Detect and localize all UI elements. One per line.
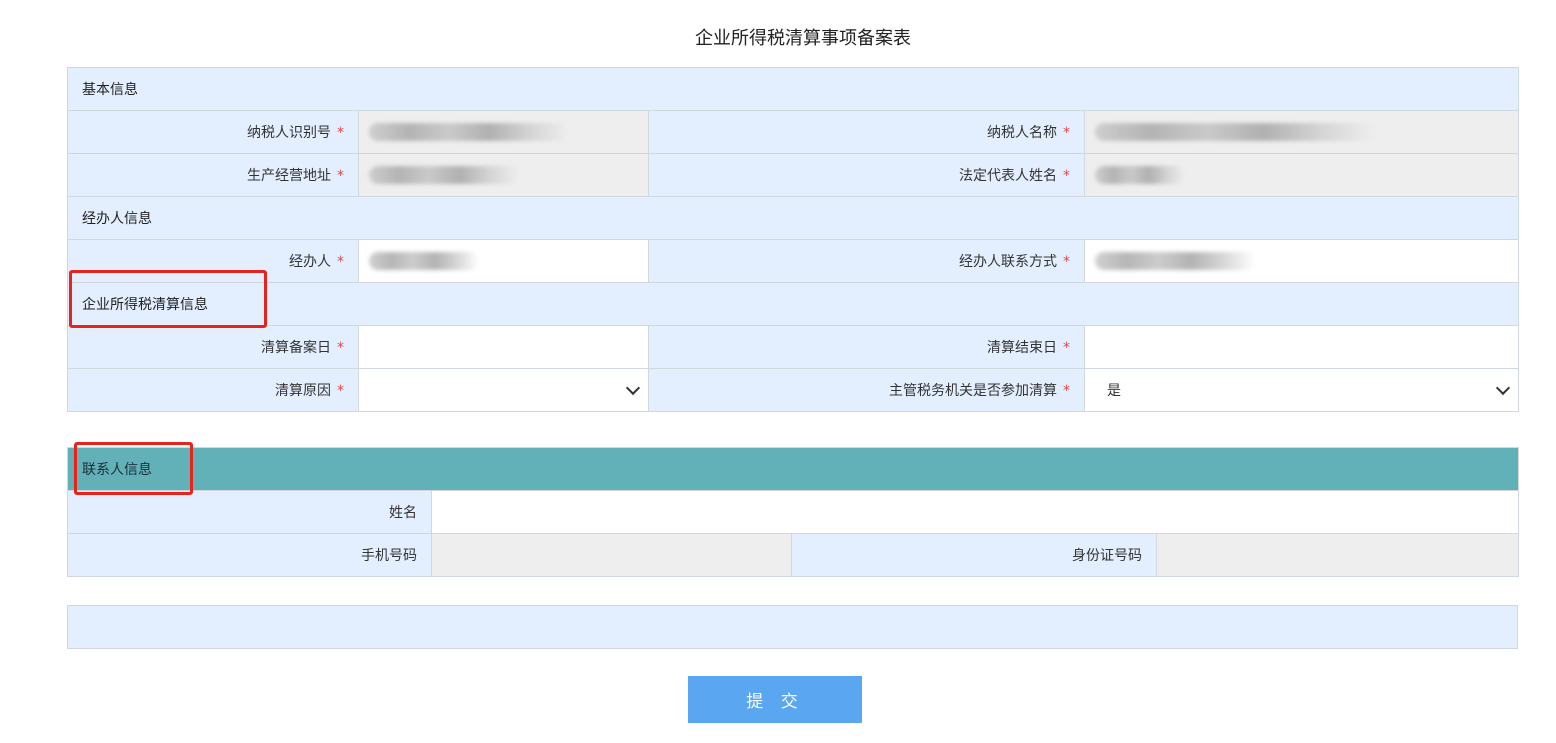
section-agent-info: 经办人信息 [67,196,1519,240]
agent-contact-label-text: 经办人联系方式 [959,254,1057,270]
required-mark: * [1063,125,1070,141]
address-label-text: 生产经营地址 [247,168,331,184]
agent-contact-label: 经办人联系方式 * [648,239,1085,283]
blank-row [67,605,1518,649]
contact-id-number-label: 身份证号码 [791,533,1157,577]
section-liquidation-info: 企业所得税清算信息 [67,282,1519,326]
reason-label: 清算原因 * [67,368,359,412]
page-title: 企业所得税清算事项备案表 [695,28,911,49]
agent-input[interactable] [358,239,649,283]
redacted-value [369,166,519,184]
contact-name-label: 姓名 [67,490,432,534]
form-row: 纳税人识别号 * 纳税人名称 * [67,110,1519,154]
form-row: 姓名 [67,490,1519,534]
form-row: 清算备案日 * 清算结束日 * [67,325,1519,369]
tax-authority-join-select-box[interactable]: 是 [1085,369,1518,411]
tax-authority-join-label-text: 主管税务机关是否参加清算 [889,383,1057,399]
legal-rep-label-text: 法定代表人姓名 [959,168,1057,184]
taxpayer-name-label: 纳税人名称 * [648,110,1085,154]
required-mark: * [1063,383,1070,399]
taxpayer-id-label-text: 纳税人识别号 [247,125,331,141]
filing-date-label: 清算备案日 * [67,325,359,369]
form-row: 清算原因 * 主管税务机关是否参加清算 * 是 [67,368,1519,412]
redacted-value [1095,252,1255,270]
reason-label-text: 清算原因 [275,383,331,399]
taxpayer-name-field [1084,110,1519,154]
tax-authority-join-select[interactable]: 是 [1084,368,1519,412]
contact-phone-label: 手机号码 [67,533,432,577]
section-row-basic-info: 基本信息 [67,67,1519,111]
tax-authority-join-select-value: 是 [1107,383,1121,399]
blank-cell [67,605,1518,649]
redacted-value [1095,166,1185,184]
reason-select[interactable] [358,368,649,412]
redacted-value [369,123,569,141]
section-row-contact-info: 联系人信息 [67,447,1519,491]
redacted-value [369,252,479,270]
end-date-label-text: 清算结束日 [987,340,1057,356]
tax-authority-join-label: 主管税务机关是否参加清算 * [648,368,1085,412]
taxpayer-id-label: 纳税人识别号 * [67,110,359,154]
required-mark: * [1063,254,1070,270]
required-mark: * [337,383,344,399]
form-row: 生产经营地址 * 法定代表人姓名 * [67,153,1519,197]
agent-label: 经办人 * [67,239,359,283]
required-mark: * [337,168,344,184]
form-row: 经办人 * 经办人联系方式 * [67,239,1519,283]
section-basic-info: 基本信息 [67,67,1519,111]
contact-phone-field [431,533,792,577]
agent-contact-input[interactable] [1084,239,1519,283]
contact-id-number-field [1156,533,1519,577]
section-row-liquidation-info: 企业所得税清算信息 [67,282,1519,326]
required-mark: * [337,254,344,270]
redacted-value [1095,123,1375,141]
taxpayer-id-field [358,110,649,154]
contact-form-table: 联系人信息 姓名 手机号码 身份证号码 [67,447,1519,577]
submit-button[interactable]: 提 交 [688,676,862,723]
end-date-label: 清算结束日 * [648,325,1085,369]
legal-rep-label: 法定代表人姓名 * [648,153,1085,197]
contact-name-input[interactable] [431,490,1519,534]
agent-label-text: 经办人 [289,254,331,270]
required-mark: * [337,125,344,141]
reason-select-box[interactable] [359,369,648,411]
blank-info-panel [67,605,1518,649]
required-mark: * [1063,340,1070,356]
main-form-table: 基本信息 纳税人识别号 * 纳税人名称 * 生产经营地址 * 法定代表人姓名 * 经办人… [67,67,1519,412]
required-mark: * [1063,168,1070,184]
chevron-down-icon[interactable] [625,380,641,396]
filing-date-label-text: 清算备案日 [261,340,331,356]
address-label: 生产经营地址 * [67,153,359,197]
end-date-input[interactable] [1084,325,1519,369]
form-row: 手机号码 身份证号码 [67,533,1519,577]
section-row-agent-info: 经办人信息 [67,196,1519,240]
chevron-down-icon[interactable] [1495,380,1511,396]
section-contact-info: 联系人信息 [67,447,1519,491]
filing-form-page: 企业所得税清算事项备案表 基本信息 纳税人识别号 * 纳税人名称 * 生产经营地址 *… [0,0,1556,743]
required-mark: * [337,340,344,356]
address-field [358,153,649,197]
legal-rep-field [1084,153,1519,197]
filing-date-input[interactable] [358,325,649,369]
taxpayer-name-label-text: 纳税人名称 [987,125,1057,141]
